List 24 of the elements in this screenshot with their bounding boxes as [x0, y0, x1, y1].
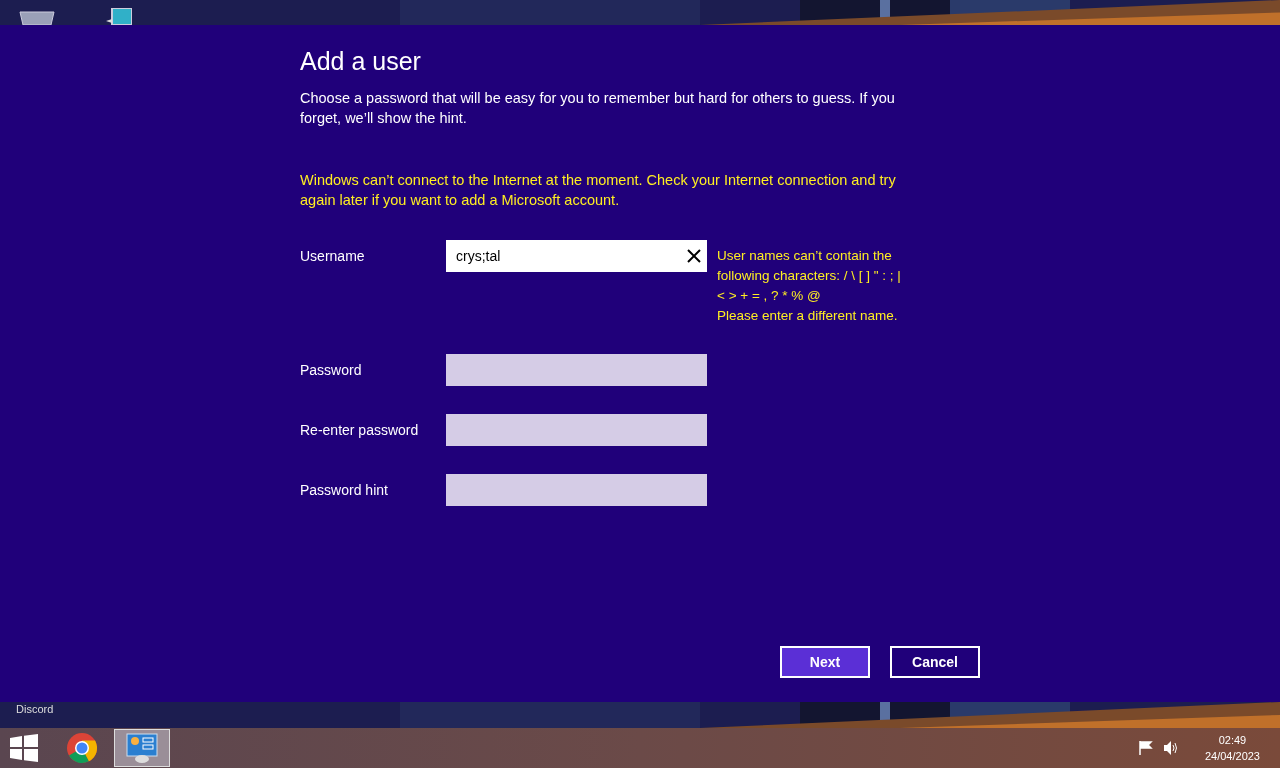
intro-text: Choose a password that will be easy for you to remember but hard for others to guess. If you forget, we’ll show the hint. [300, 89, 896, 128]
field-label: Username [300, 247, 365, 266]
dialog-title: Add a user [300, 47, 421, 76]
input-field[interactable]: crys;tal [446, 240, 707, 272]
field-label: Re-enter password [300, 421, 419, 440]
control-panel-icon[interactable] [125, 732, 159, 764]
speaker-icon[interactable] [1162, 741, 1179, 755]
clear-icon[interactable] [687, 249, 701, 263]
warning-text: Windows can’t connect to the Internet at the moment. Check your Internet connection and try again later if you want to add a Microsoft account. [300, 171, 897, 210]
browser-icon[interactable] [66, 732, 98, 764]
shortcut-label[interactable]: Discord [16, 703, 54, 715]
field-label: Password hint [300, 481, 388, 500]
clock-time[interactable]: 02:49 [1218, 732, 1247, 748]
input-field[interactable] [446, 414, 707, 446]
next-button[interactable]: Next [780, 646, 870, 678]
input-field[interactable] [446, 474, 707, 506]
field-label: Password [300, 361, 362, 380]
error-message: User names can’t contain the following characters: / \ [ ] " : ; | < > + = , ? * % @ Please enter a different name. [716, 247, 902, 325]
clock-date[interactable]: 24/04/2023 [1204, 748, 1260, 764]
flag-icon[interactable] [1138, 741, 1153, 755]
monitor-icon[interactable] [106, 8, 132, 25]
start-icon[interactable] [10, 734, 38, 762]
input-field[interactable] [446, 354, 707, 386]
cancel-button[interactable]: Cancel [890, 646, 980, 678]
